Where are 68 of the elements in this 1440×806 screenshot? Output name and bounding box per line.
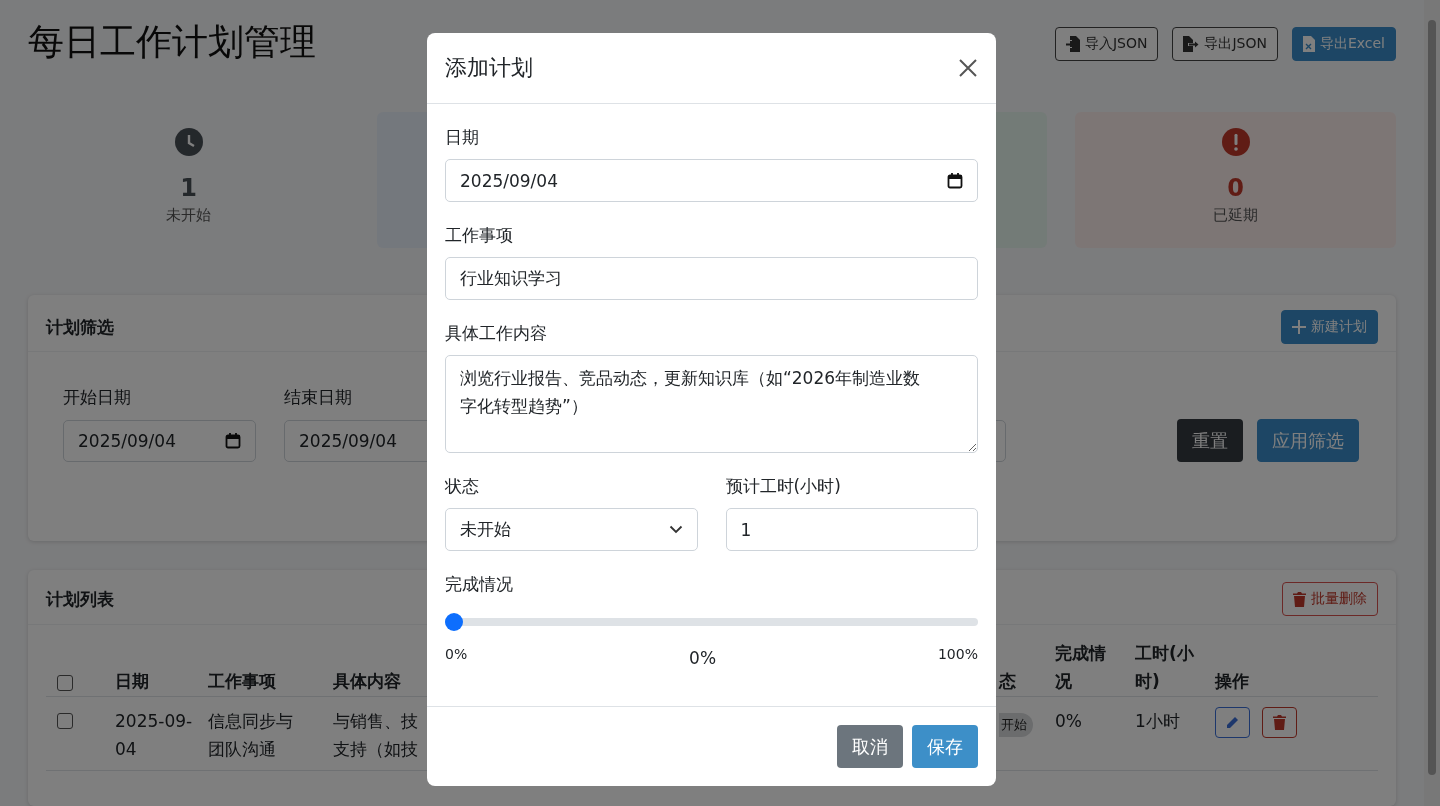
scale-label: 100%	[937, 646, 978, 662]
scrollbar[interactable]	[1424, 0, 1440, 806]
cancel-button[interactable]: 取消	[837, 725, 903, 768]
chevron-down-icon	[668, 525, 683, 534]
column-header: 日期	[115, 670, 149, 693]
slider-thumb[interactable]	[445, 613, 463, 631]
table-cell-text: 支持（如技	[333, 738, 418, 761]
column-header: 工时(小时)	[1135, 642, 1195, 693]
table-cell-text: 2025-09-04	[115, 710, 194, 761]
reset-button[interactable]: 重置	[1177, 419, 1243, 462]
plus-icon	[1292, 320, 1306, 334]
stat-count: 0	[1227, 174, 1244, 202]
table-cell-text: 信息同步与团队沟通	[208, 710, 294, 761]
page-title: 每日工作计划管理	[28, 20, 316, 64]
field-label: 工作事项	[445, 224, 514, 247]
toolbar-button[interactable]: 导入JSON	[1054, 27, 1159, 61]
progress-reading: 0%	[689, 648, 717, 668]
table-cell-text: 与销售、技	[333, 710, 418, 733]
column-header: 具体内容	[333, 670, 401, 693]
status-badge: 开始	[999, 713, 1033, 737]
toolbar-button[interactable]: 导出Excel	[1291, 27, 1396, 61]
stat-label: 未开始	[166, 206, 211, 225]
calendar-icon	[947, 172, 963, 189]
select-field[interactable]: 未开始	[445, 508, 698, 551]
table-cell: 0%	[1055, 711, 1082, 731]
column-header: 工作事项	[208, 670, 276, 693]
stat-label: 已延期	[1213, 206, 1258, 225]
panel-title: 计划筛选	[46, 315, 114, 339]
field-label: 状态	[445, 475, 480, 498]
delete-button[interactable]	[1262, 707, 1297, 738]
text-field[interactable]: 行业知识学习	[445, 257, 978, 300]
file-import-icon	[1065, 36, 1080, 52]
field-label: 结束日期	[284, 386, 352, 409]
table-cell: 1小时	[1135, 711, 1180, 731]
save-button[interactable]: 保存	[912, 725, 978, 768]
column-header: 完成情况	[1055, 642, 1107, 693]
date-field[interactable]: 2025/09/04	[63, 420, 256, 462]
textarea-field[interactable]: 浏览行业报告、竞品动态，更新知识库（如“2026年制造业数字化转型趋势”）	[445, 355, 978, 453]
column-header: 态	[999, 670, 1016, 693]
checkbox[interactable]	[57, 713, 73, 729]
pencil-icon	[1226, 716, 1239, 729]
apply-filter-button[interactable]: 应用筛选	[1257, 419, 1359, 462]
exclamation-icon	[1221, 128, 1250, 156]
trash-icon	[1273, 715, 1286, 730]
new-plan-button[interactable]: 新建计划	[1281, 310, 1378, 344]
trash-icon	[1293, 591, 1306, 607]
file-export-icon	[1183, 36, 1200, 52]
stat-count: 1	[180, 174, 197, 202]
toolbar-button[interactable]: 导出JSON	[1172, 27, 1278, 61]
field-label: 完成情况	[445, 573, 514, 596]
dialog-title: 添加计划	[445, 54, 533, 82]
field-label: 具体工作内容	[445, 322, 548, 345]
clock-icon	[174, 128, 203, 156]
close-button[interactable]	[958, 58, 978, 78]
date-field[interactable]: 2025/09/04	[445, 159, 978, 202]
calendar-icon	[225, 433, 241, 449]
column-header: 操作	[1215, 670, 1249, 693]
field-label: 预计工时(小时)	[725, 475, 842, 498]
number-field[interactable]: 1	[725, 508, 978, 551]
field-label: 日期	[445, 126, 480, 149]
checkbox[interactable]	[57, 675, 73, 691]
close-icon	[959, 59, 977, 77]
edit-button[interactable]	[1215, 707, 1250, 738]
excel-file-icon	[1302, 36, 1315, 52]
panel-title: 计划列表	[46, 587, 114, 611]
bulk-delete-button[interactable]: 批量删除	[1282, 582, 1378, 616]
field-label: 开始日期	[63, 386, 131, 409]
scale-label: 0%	[445, 646, 468, 662]
